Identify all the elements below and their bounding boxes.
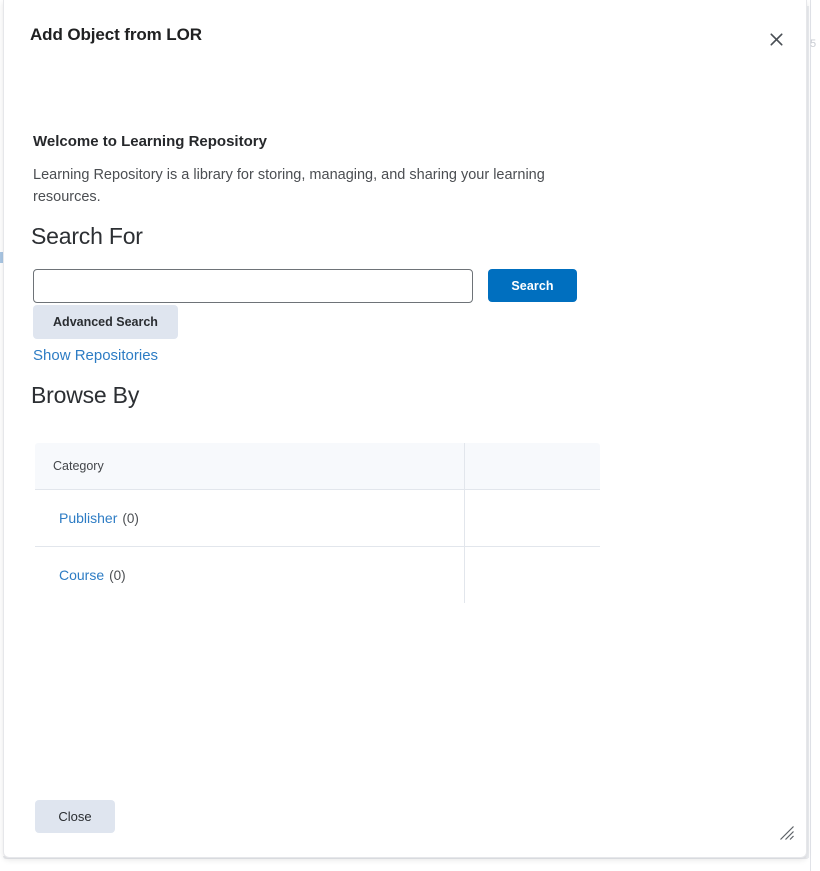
browse-by-heading: Browse By bbox=[31, 382, 140, 408]
add-object-from-lor-dialog: Add Object from LOR Welcome to Learning … bbox=[3, 0, 807, 858]
cell-blank bbox=[464, 489, 600, 547]
search-for-heading: Search For bbox=[31, 223, 143, 249]
cell-blank bbox=[464, 546, 600, 603]
browse-table-head: Category bbox=[35, 443, 600, 490]
table-row: Course (0) bbox=[35, 546, 600, 603]
resize-grip-lines-icon bbox=[780, 826, 794, 840]
welcome-heading: Welcome to Learning Repository bbox=[33, 133, 267, 150]
search-row: Search bbox=[33, 269, 577, 303]
cell-category: Publisher (0) bbox=[35, 489, 465, 547]
close-x-icon-button[interactable] bbox=[764, 27, 788, 51]
show-repositories-link[interactable]: Show Repositories bbox=[33, 347, 158, 364]
table-header-row: Category bbox=[35, 443, 600, 490]
resize-grip-icon[interactable] bbox=[779, 825, 795, 841]
browse-table-body: Publisher (0) Course (0) bbox=[35, 489, 600, 603]
table-row: Publisher (0) bbox=[35, 489, 600, 547]
advanced-search-button[interactable]: Advanced Search bbox=[33, 305, 178, 339]
backdrop-panel-divider bbox=[810, 0, 811, 871]
browse-link-publisher[interactable]: Publisher bbox=[59, 510, 117, 526]
dialog-title: Add Object from LOR bbox=[30, 25, 202, 44]
browse-link-course[interactable]: Course bbox=[59, 567, 104, 583]
welcome-description: Learning Repository is a library for sto… bbox=[33, 167, 545, 205]
column-header-blank bbox=[464, 443, 600, 490]
column-header-category: Category bbox=[35, 443, 465, 490]
dialog-header: Add Object from LOR bbox=[4, 0, 806, 62]
browse-by-table: Category Publisher (0) Course (0) bbox=[34, 442, 601, 604]
cell-category: Course (0) bbox=[35, 546, 465, 603]
search-submit-button[interactable]: Search bbox=[488, 269, 577, 302]
backdrop-ghost-text: 5 6 bbox=[810, 38, 820, 50]
browse-count-course: (0) bbox=[109, 568, 126, 583]
close-x-icon bbox=[769, 32, 783, 46]
close-button[interactable]: Close bbox=[35, 800, 115, 833]
search-input[interactable] bbox=[33, 269, 473, 303]
browse-count-publisher: (0) bbox=[122, 511, 139, 526]
